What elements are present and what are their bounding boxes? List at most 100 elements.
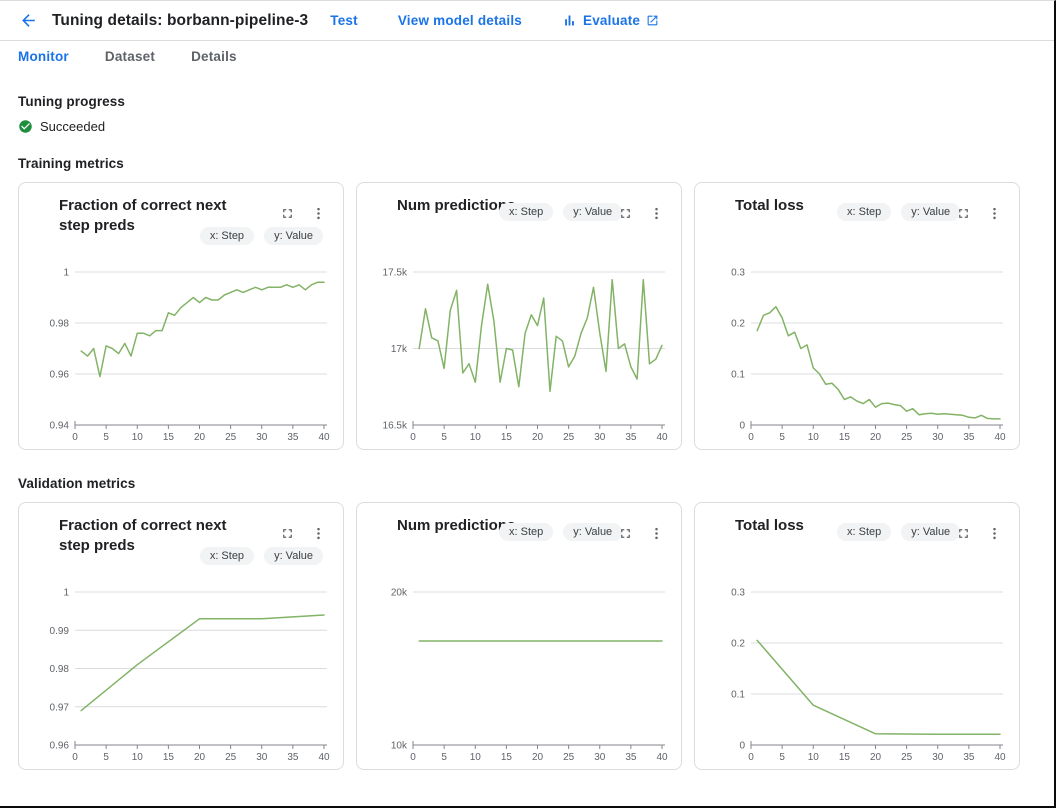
svg-text:0: 0	[748, 432, 754, 443]
metric-chart-card: 00.10.20.30510152025303540 Total loss x:…	[694, 502, 1020, 770]
svg-text:30: 30	[932, 752, 944, 763]
svg-text:15: 15	[163, 432, 175, 443]
svg-text:25: 25	[225, 752, 237, 763]
more-options-button[interactable]	[985, 524, 1003, 542]
svg-text:20: 20	[194, 432, 206, 443]
axis-chips: x: Step y: Value	[837, 203, 960, 221]
more-options-button[interactable]	[309, 204, 327, 222]
status-badge: Succeeded	[40, 119, 105, 134]
x-axis-chip: x: Step	[837, 203, 891, 221]
svg-text:20: 20	[870, 752, 882, 763]
svg-text:20: 20	[532, 432, 544, 443]
svg-text:20: 20	[870, 432, 882, 443]
back-button[interactable]	[17, 10, 39, 32]
metric-chart-card: 16.5k17k17.5k0510152025303540 Num predic…	[356, 182, 682, 450]
axis-chips: x: Step y: Value	[200, 547, 323, 565]
fullscreen-button[interactable]	[278, 524, 296, 542]
svg-text:0: 0	[748, 752, 754, 763]
kebab-menu-icon	[649, 526, 664, 541]
svg-text:15: 15	[501, 752, 513, 763]
fullscreen-button[interactable]	[954, 524, 972, 542]
x-axis-chip: x: Step	[499, 523, 553, 541]
svg-text:5: 5	[103, 752, 109, 763]
svg-text:35: 35	[963, 752, 975, 763]
tab-details[interactable]: Details	[191, 49, 237, 64]
y-axis-chip: y: Value	[264, 227, 323, 245]
status-row: Succeeded	[18, 119, 1036, 134]
svg-text:10: 10	[132, 432, 144, 443]
more-options-button[interactable]	[309, 524, 327, 542]
svg-text:15: 15	[839, 432, 851, 443]
chart-plot: 10k20k0510152025303540	[357, 503, 682, 770]
svg-text:0: 0	[739, 741, 745, 752]
svg-text:5: 5	[103, 432, 109, 443]
svg-text:35: 35	[287, 752, 299, 763]
chart-title: Num predictions	[397, 516, 515, 536]
svg-text:5: 5	[779, 432, 785, 443]
bar-chart-icon	[562, 13, 577, 28]
svg-text:0: 0	[410, 432, 416, 443]
axis-chips: x: Step y: Value	[499, 523, 622, 541]
chart-actions	[954, 524, 1003, 542]
test-button[interactable]: Test	[330, 13, 358, 28]
page-title: Tuning details: borbann-pipeline-3	[52, 12, 308, 30]
svg-text:0: 0	[410, 752, 416, 763]
fullscreen-icon	[956, 206, 971, 221]
kebab-menu-icon	[987, 526, 1002, 541]
svg-text:20k: 20k	[391, 588, 408, 599]
svg-text:10: 10	[808, 432, 820, 443]
fullscreen-button[interactable]	[616, 204, 634, 222]
svg-text:10: 10	[132, 752, 144, 763]
svg-text:5: 5	[441, 432, 447, 443]
kebab-menu-icon	[987, 206, 1002, 221]
svg-text:40: 40	[994, 752, 1006, 763]
more-options-button[interactable]	[647, 524, 665, 542]
svg-text:0.3: 0.3	[731, 588, 745, 599]
chart-plot: 00.10.20.30510152025303540	[695, 503, 1020, 770]
more-options-button[interactable]	[985, 204, 1003, 222]
tab-monitor[interactable]: Monitor	[18, 49, 69, 64]
svg-text:10: 10	[808, 752, 820, 763]
svg-text:17.5k: 17.5k	[383, 268, 408, 279]
tab-bar: Monitor Dataset Details	[0, 41, 1054, 72]
y-axis-chip: y: Value	[563, 203, 622, 221]
fullscreen-button[interactable]	[954, 204, 972, 222]
svg-text:25: 25	[901, 752, 913, 763]
fullscreen-button[interactable]	[278, 204, 296, 222]
svg-text:0.2: 0.2	[731, 639, 745, 650]
metric-chart-card: 00.10.20.30510152025303540 Total loss x:…	[694, 182, 1020, 450]
svg-text:30: 30	[256, 752, 268, 763]
fullscreen-button[interactable]	[616, 524, 634, 542]
view-model-details-button[interactable]: View model details	[398, 13, 522, 28]
svg-text:30: 30	[932, 432, 944, 443]
svg-text:35: 35	[963, 432, 975, 443]
svg-text:25: 25	[563, 432, 575, 443]
svg-text:35: 35	[625, 752, 637, 763]
svg-text:40: 40	[318, 752, 330, 763]
svg-text:0.96: 0.96	[50, 741, 70, 752]
svg-text:30: 30	[594, 432, 606, 443]
chart-actions	[954, 204, 1003, 222]
svg-text:0: 0	[739, 421, 745, 432]
fullscreen-icon	[280, 206, 295, 221]
more-options-button[interactable]	[647, 204, 665, 222]
fullscreen-icon	[618, 526, 633, 541]
svg-text:0.2: 0.2	[731, 319, 745, 330]
svg-text:5: 5	[441, 752, 447, 763]
axis-chips: x: Step y: Value	[837, 523, 960, 541]
tuning-progress-heading: Tuning progress	[18, 94, 1036, 109]
svg-text:40: 40	[994, 432, 1006, 443]
svg-text:10: 10	[470, 432, 482, 443]
metric-chart-card: 10k20k0510152025303540 Num predictions x…	[356, 502, 682, 770]
chart-plot: 16.5k17k17.5k0510152025303540	[357, 183, 682, 450]
kebab-menu-icon	[311, 526, 326, 541]
svg-text:0.94: 0.94	[50, 421, 70, 432]
tab-dataset[interactable]: Dataset	[105, 49, 155, 64]
svg-text:35: 35	[625, 432, 637, 443]
svg-text:0.98: 0.98	[50, 664, 70, 675]
svg-text:25: 25	[225, 432, 237, 443]
chart-title: Total loss	[735, 196, 804, 216]
svg-text:10k: 10k	[391, 741, 408, 752]
validation-charts-row: 0.960.970.980.9910510152025303540 Fracti…	[18, 502, 1020, 770]
evaluate-button[interactable]: Evaluate	[562, 13, 659, 28]
